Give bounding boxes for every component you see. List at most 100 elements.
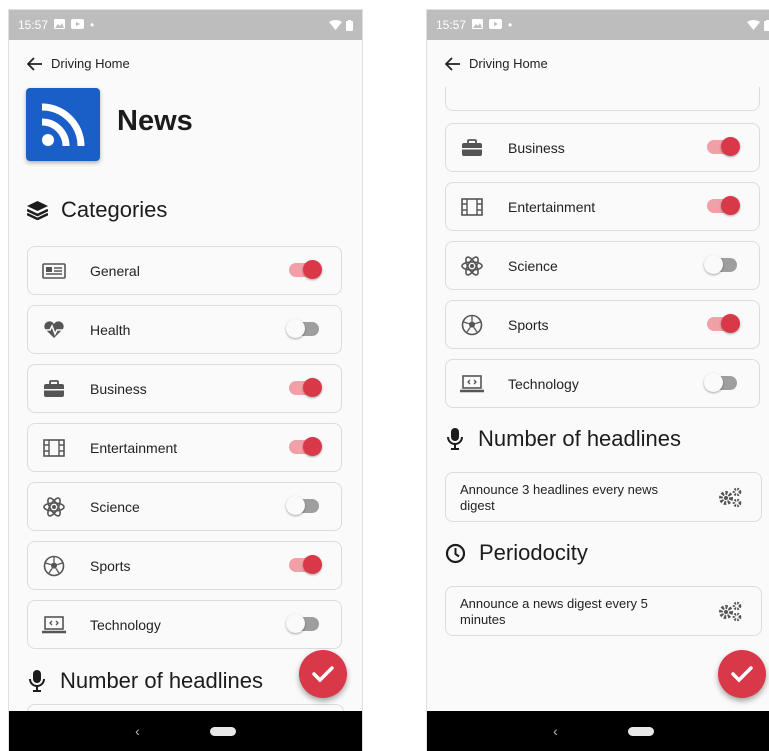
nav-back-button[interactable]: ‹ (553, 723, 558, 739)
periodicity-setting-card[interactable]: Announce a news digest every 5 minutes (445, 586, 762, 636)
category-card-business[interactable]: Business (445, 123, 760, 172)
category-toggle[interactable] (286, 614, 319, 633)
film-icon (458, 197, 486, 216)
category-label: General (90, 262, 140, 279)
category-card-health[interactable]: Health (27, 305, 342, 354)
category-card-science[interactable]: Science (445, 241, 760, 290)
laptop-code-icon (40, 615, 68, 635)
headlines-setting-card[interactable]: Announce 3 headlines every news digest (445, 472, 762, 522)
category-toggle[interactable] (289, 378, 322, 397)
category-label: Science (90, 498, 140, 515)
microphone-icon (447, 428, 463, 450)
rss-logo (26, 88, 100, 161)
category-label: Health (90, 321, 131, 338)
category-label: Business (508, 139, 565, 156)
categories-heading: Categories (27, 197, 167, 223)
newspaper-icon (40, 262, 68, 280)
headlines-heading-label: Number of headlines (478, 426, 682, 451)
atom-icon (40, 496, 68, 518)
category-card-technology[interactable]: Technology (27, 600, 342, 649)
category-card-science[interactable]: Science (27, 482, 342, 531)
category-label: Business (90, 380, 147, 397)
periodicity-heading: Periodocity (445, 540, 588, 566)
nav-home-button[interactable] (627, 726, 654, 736)
category-label: Technology (90, 616, 161, 633)
laptop-code-icon (458, 374, 486, 394)
microphone-icon (29, 670, 45, 692)
category-toggle[interactable] (289, 555, 322, 574)
system-nav-bar: ‹ (9, 711, 362, 751)
periodicity-setting-text: Announce a news digest every 5 minutes (460, 596, 648, 627)
headlines-setting-card-partial[interactable] (27, 704, 344, 711)
phone-screen-right: 15:57 • Driving Home Business Entertainm… (427, 10, 769, 751)
gears-icon[interactable] (717, 600, 743, 627)
clock-icon (445, 543, 466, 563)
checkmark-icon (731, 666, 753, 683)
back-navigation[interactable]: Driving Home (445, 56, 548, 71)
heart-pulse-icon (40, 320, 68, 339)
category-card-sports[interactable]: Sports (445, 300, 760, 349)
arrow-back-icon[interactable] (27, 56, 43, 71)
page-title: News (117, 105, 193, 137)
headlines-setting-text: Announce 3 headlines every news digest (460, 482, 659, 513)
wifi-icon (747, 20, 760, 30)
film-icon (40, 438, 68, 457)
category-toggle[interactable] (286, 319, 319, 338)
back-navigation[interactable]: Driving Home (27, 56, 130, 71)
confirm-fab-button[interactable] (718, 650, 766, 698)
status-time: 15:57 (436, 18, 467, 32)
category-toggle[interactable] (286, 496, 319, 515)
system-nav-bar: ‹ (427, 711, 769, 751)
category-card-general[interactable]: General (27, 246, 342, 295)
category-toggle[interactable] (707, 314, 740, 333)
layers-icon (27, 200, 48, 220)
settings-content-scrolled: Driving Home Business Entertainment Scie… (427, 40, 769, 711)
category-toggle[interactable] (704, 373, 737, 392)
atom-icon (458, 255, 486, 277)
status-bar: 15:57 • (9, 10, 362, 40)
nav-home-button[interactable] (209, 726, 236, 736)
category-toggle[interactable] (707, 137, 740, 156)
category-toggle[interactable] (704, 255, 737, 274)
gears-icon[interactable] (717, 486, 743, 513)
status-bar: 15:57 • (427, 10, 769, 40)
rss-icon (41, 103, 85, 146)
headlines-heading: Number of headlines (445, 426, 681, 452)
confirm-fab-button[interactable] (299, 650, 347, 698)
category-card-technology[interactable]: Technology (445, 359, 760, 408)
back-title: Driving Home (51, 56, 130, 71)
youtube-notification-icon (71, 18, 85, 32)
briefcase-icon (40, 379, 68, 398)
battery-icon (346, 19, 353, 31)
battery-icon (764, 19, 769, 31)
category-card-sports[interactable]: Sports (27, 541, 342, 590)
dot-notification-icon: • (90, 18, 95, 32)
category-label: Entertainment (90, 439, 178, 456)
category-label: Entertainment (508, 198, 596, 215)
soccer-ball-icon (458, 314, 486, 336)
category-label: Technology (508, 375, 579, 392)
category-toggle[interactable] (289, 437, 322, 456)
category-card-business[interactable]: Business (27, 364, 342, 413)
briefcase-icon (458, 138, 486, 157)
category-card-entertainment[interactable]: Entertainment (27, 423, 342, 472)
category-toggle[interactable] (289, 260, 322, 279)
headlines-heading-label: Number of headlines (60, 668, 264, 693)
category-card-entertainment[interactable]: Entertainment (445, 182, 760, 231)
category-label: Sports (508, 316, 549, 333)
image-notification-icon (472, 18, 484, 32)
back-title: Driving Home (469, 56, 548, 71)
category-toggle[interactable] (707, 196, 740, 215)
settings-content: Driving Home News Categories General Hea… (9, 40, 362, 711)
categories-heading-label: Categories (61, 197, 168, 222)
dot-notification-icon: • (508, 18, 513, 32)
wifi-icon (329, 20, 342, 30)
status-time: 15:57 (18, 18, 49, 32)
youtube-notification-icon (489, 18, 503, 32)
phone-screen-left: 15:57 • Driving Home News Categories Gen… (9, 10, 362, 751)
image-notification-icon (54, 18, 66, 32)
nav-back-button[interactable]: ‹ (135, 723, 140, 739)
checkmark-icon (312, 666, 334, 683)
arrow-back-icon[interactable] (445, 56, 461, 71)
category-label: Science (508, 257, 558, 274)
